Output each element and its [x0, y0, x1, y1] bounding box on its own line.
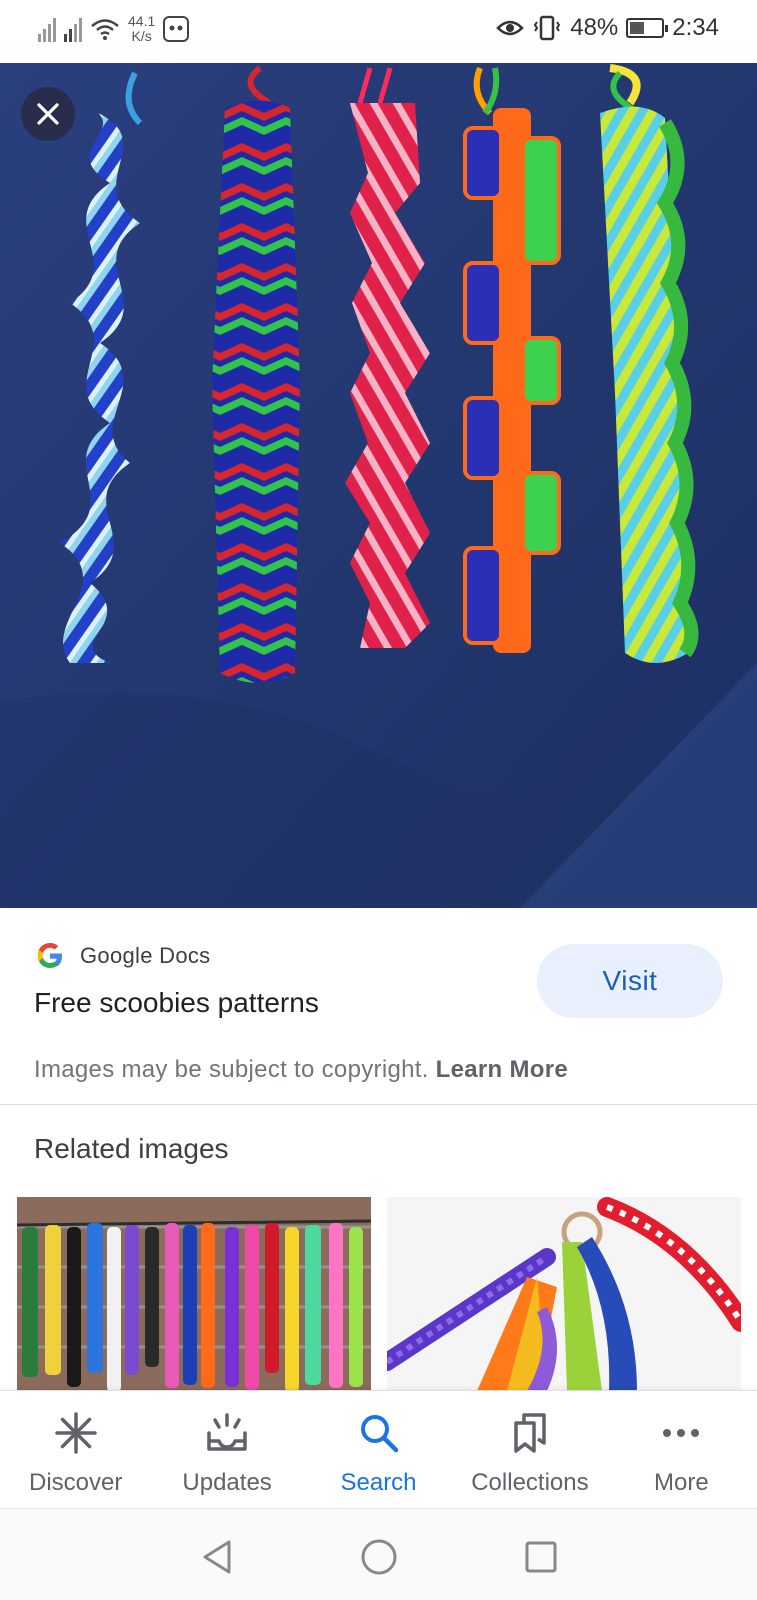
- source-row[interactable]: Google Docs: [34, 940, 210, 972]
- divider: [0, 1104, 757, 1105]
- related-image-1[interactable]: [17, 1197, 371, 1391]
- google-g-logo-icon: [37, 943, 62, 968]
- system-navigation-bar: [0, 1508, 757, 1600]
- network-speed-value: 44.1: [128, 13, 156, 29]
- home-button[interactable]: [359, 1537, 399, 1577]
- collections-bookmark-icon: [514, 1413, 546, 1453]
- nav-updates-label: Updates: [182, 1469, 272, 1496]
- nav-collections[interactable]: Collections: [454, 1391, 605, 1508]
- network-speed-unit: K/s: [131, 28, 152, 44]
- search-icon: [360, 1415, 398, 1453]
- signal-icon: [38, 16, 56, 42]
- learn-more-link[interactable]: Learn More: [436, 1056, 568, 1083]
- discover-asterisk-icon: [54, 1412, 97, 1454]
- copyright-notice: Images may be subject to copyright. Lear…: [34, 1056, 568, 1084]
- related-image-1-photo: [17, 1197, 371, 1391]
- nav-more-label: More: [653, 1469, 709, 1496]
- eye-icon: [496, 20, 525, 36]
- nav-discover[interactable]: Discover: [0, 1391, 151, 1508]
- home-circle-icon: [361, 1539, 397, 1575]
- back-button[interactable]: [197, 1537, 237, 1577]
- status-bar: 44.1 K/s 48% 2:34: [0, 0, 757, 63]
- close-button[interactable]: [21, 87, 75, 141]
- source-name: Google Docs: [80, 943, 211, 968]
- app-notification-icon: [163, 16, 190, 42]
- preview-image[interactable]: [0, 63, 757, 908]
- nav-search[interactable]: Search: [303, 1391, 454, 1508]
- vibrate-icon: [534, 15, 561, 41]
- bracelets-photo: [0, 63, 757, 908]
- recents-button[interactable]: [521, 1537, 561, 1577]
- recents-square-icon: [525, 1541, 557, 1573]
- battery-icon: [626, 18, 669, 38]
- nav-updates[interactable]: Updates: [151, 1391, 302, 1508]
- nav-search-label: Search: [340, 1469, 417, 1496]
- related-images-heading: Related images: [34, 1133, 229, 1164]
- back-triangle-icon: [203, 1540, 231, 1574]
- clock: 2:34: [672, 14, 719, 41]
- nav-collections-label: Collections: [471, 1469, 589, 1496]
- bottom-navigation: Discover Updates Search Collections More: [0, 1390, 757, 1508]
- copyright-text: Images may be subject to copyright.: [34, 1056, 429, 1083]
- related-image-2[interactable]: [387, 1197, 741, 1391]
- close-icon: [37, 103, 59, 125]
- result-title[interactable]: Free scoobies patterns: [34, 987, 319, 1019]
- battery-percent: 48%: [570, 14, 619, 41]
- nav-discover-label: Discover: [29, 1469, 123, 1496]
- wifi-icon: [91, 19, 119, 40]
- more-dots-icon: [663, 1429, 700, 1437]
- related-image-2-photo: [387, 1197, 741, 1391]
- updates-inbox-icon: [207, 1413, 247, 1451]
- visit-button[interactable]: Visit: [537, 944, 723, 1018]
- network-speed: 44.1 K/s: [128, 14, 155, 44]
- signal-h-plus-icon: [64, 16, 82, 42]
- nav-more[interactable]: More: [606, 1391, 757, 1508]
